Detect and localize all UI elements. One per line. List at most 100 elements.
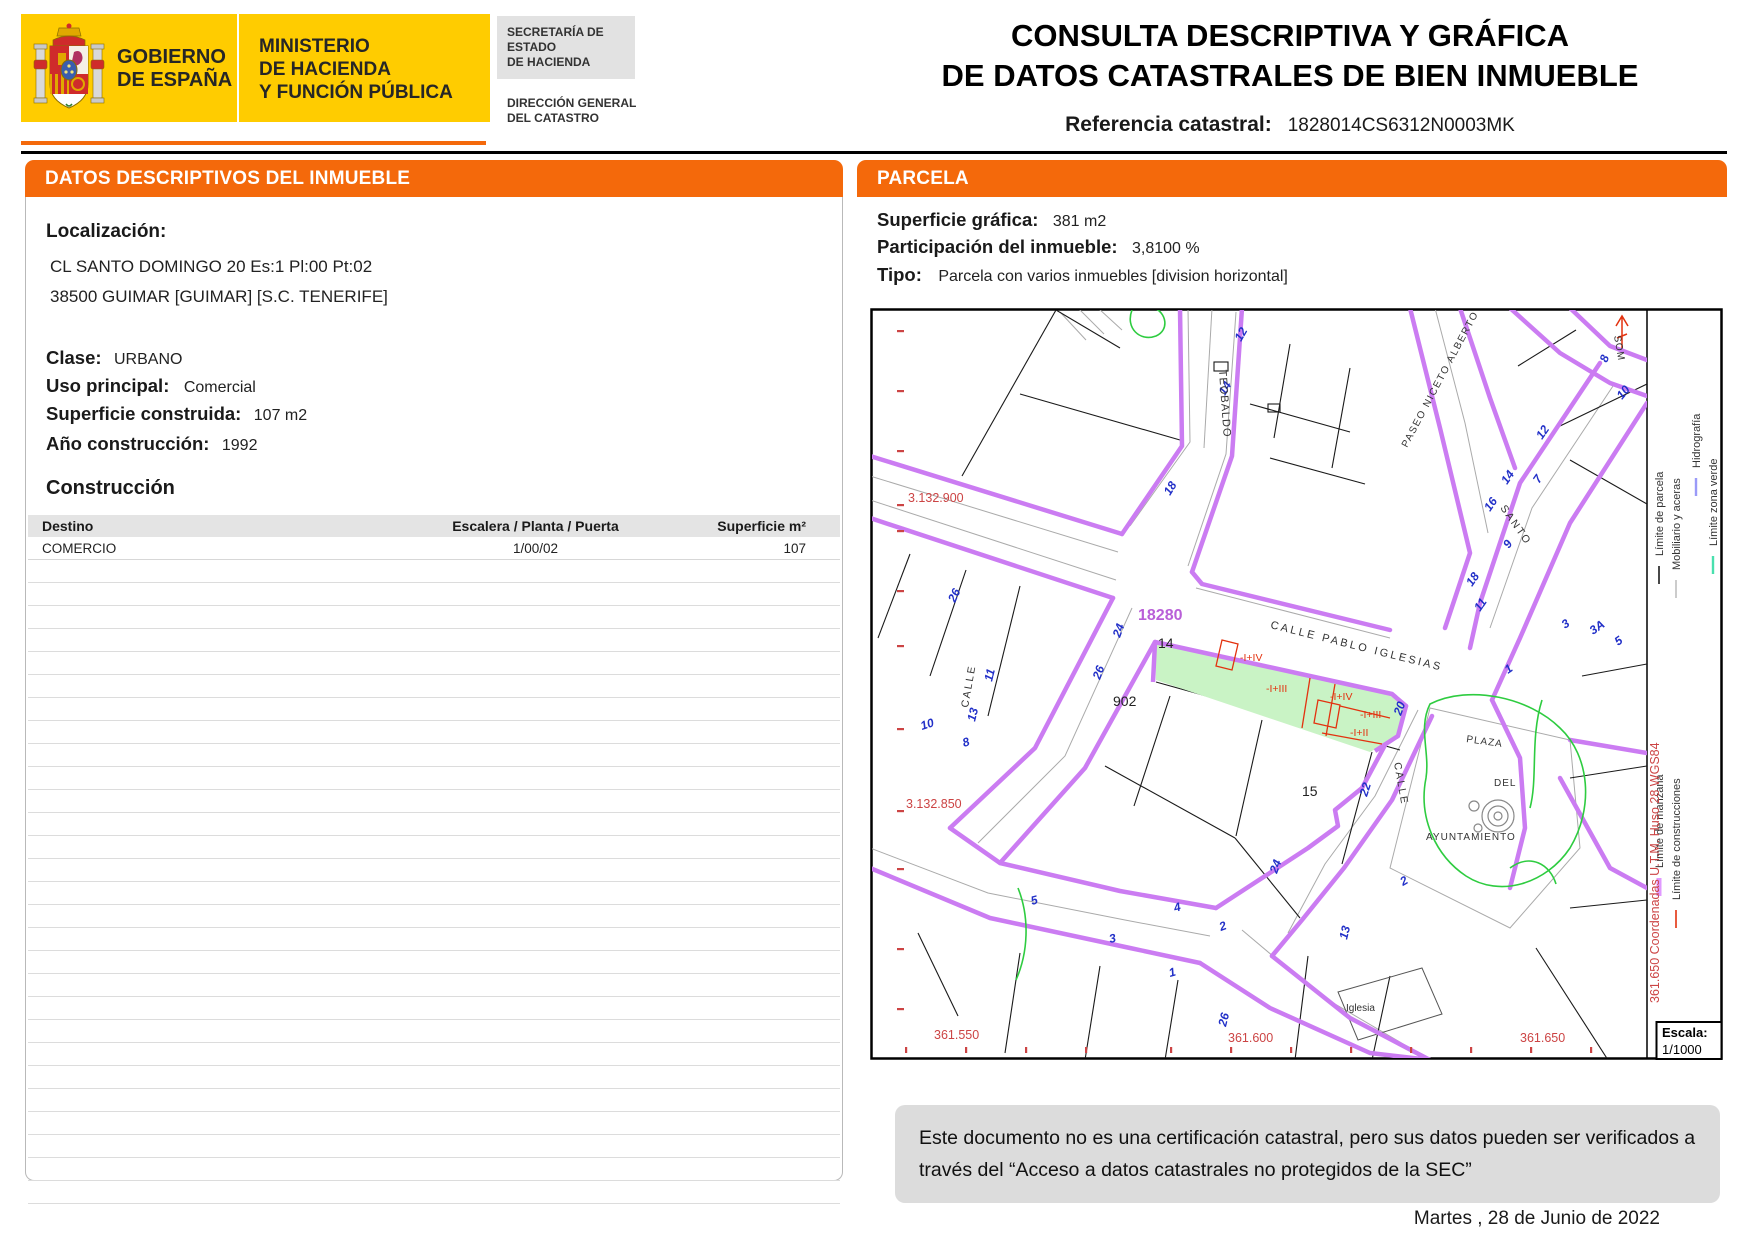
table-empty-row [28, 1180, 840, 1204]
table-empty-row [28, 904, 840, 928]
parcel-number-label: 902 [1113, 693, 1137, 709]
utm-coordinate-label: 361.550 [934, 1028, 979, 1042]
table-empty-row [28, 812, 840, 836]
table-empty-row [28, 858, 840, 882]
field-anio: Año construcción: 1992 [46, 433, 258, 454]
coordinate-tick [1410, 1047, 1413, 1053]
table-empty-row [28, 1134, 840, 1158]
construccion-title: Construcción [46, 477, 175, 499]
construction-height-label: -I+IV [1330, 691, 1352, 703]
table-row: COMERCIO 1/00/02 107 [28, 537, 840, 560]
utm-coordinate-label: 3.132.900 [908, 491, 964, 505]
coordinate-tick [897, 1008, 904, 1011]
parcel-number-label: 15 [1302, 783, 1318, 799]
coordinate-tick [897, 948, 904, 951]
ministerio-label: MINISTERIO DE HACIENDA Y FUNCIÓN PÚBLICA [259, 36, 453, 103]
table-empty-row [28, 743, 840, 767]
logo-gobierno-box: GOBIERNO DE ESPAÑA [21, 14, 237, 122]
construction-height-label: -I+II [1350, 727, 1368, 739]
coordinate-tick [897, 868, 904, 871]
utm-coordinate-label: 3.132.850 [906, 797, 962, 811]
scale-label: Escala: [1662, 1025, 1708, 1040]
table-empty-row [28, 720, 840, 744]
field-tipo: Tipo: Parcela con varios inmuebles [divi… [877, 264, 1288, 285]
table-empty-row [28, 881, 840, 905]
utm-note-label: 361.650 Coordenadas U.T.M. Huso 28 WGS84 [1648, 742, 1662, 1003]
logo-ministerio-box: MINISTERIO DE HACIENDA Y FUNCIÓN PÚBLICA [239, 14, 490, 122]
table-empty-row [28, 1111, 840, 1135]
referencia-row: Referencia catastral: 1828014CS6312N0003… [900, 113, 1680, 137]
table-empty-row [28, 582, 840, 606]
coordinate-tick [1230, 1047, 1233, 1053]
document-title: CONSULTA DESCRIPTIVA Y GRÁFICA DE DATOS … [941, 18, 1639, 93]
legend-item-label: Hidrografía [1691, 413, 1703, 468]
col-escalera: Escalera / Planta / Puerta [409, 515, 662, 537]
coordinate-tick [897, 590, 904, 593]
coordinate-tick [905, 1047, 908, 1053]
legend-item-label: Mobiliario y aceras [1671, 478, 1683, 570]
coordinate-tick [1290, 1047, 1293, 1053]
localizacion-label: Localización: [46, 221, 167, 242]
disclaimer-box: Este documento no es una certificación c… [895, 1105, 1720, 1203]
spain-coat-of-arms-icon [33, 22, 105, 119]
field-superficie: Superficie construida: 107 m2 [46, 403, 308, 424]
construction-height-label: -I+III [1360, 709, 1381, 721]
table-empty-row [28, 697, 840, 721]
coordinate-tick [1530, 1047, 1533, 1053]
table-header-row: Destino Escalera / Planta / Puerta Super… [28, 515, 840, 537]
table-empty-row [28, 766, 840, 790]
coordinate-tick [1085, 1047, 1088, 1053]
header-orange-strip [21, 141, 486, 145]
left-panel-box: Localización: CL SANTO DOMINGO 20 Es:1 P… [25, 197, 843, 1204]
table-empty-row [28, 835, 840, 859]
coordinate-tick [1590, 1047, 1593, 1053]
table-empty-row [28, 950, 840, 974]
utm-coordinate-label: 361.600 [1228, 1031, 1273, 1045]
table-empty-row [28, 973, 840, 997]
field-uso: Uso principal: Comercial [46, 375, 256, 396]
table-empty-row [28, 628, 840, 652]
table-empty-row [28, 996, 840, 1020]
street-name-label: DEL [1494, 778, 1516, 789]
construction-table: Destino Escalera / Planta / Puerta Super… [28, 515, 840, 1204]
street-name-label: AYUNTAMIENTO [1426, 832, 1516, 843]
gobierno-label: GOBIERNO DE ESPAÑA [117, 46, 233, 91]
table-empty-row [28, 1019, 840, 1043]
referencia-value: 1828014CS6312N0003MK [1287, 115, 1515, 136]
coordinate-tick [1170, 1047, 1173, 1053]
table-empty-row [28, 1042, 840, 1066]
left-panel-title: DATOS DESCRIPTIVOS DEL INMUEBLE [25, 160, 843, 197]
table-empty-row [28, 1157, 840, 1181]
table-empty-row [28, 1065, 840, 1089]
legend-item-label: Límite de construcciones [1671, 778, 1683, 900]
legend-item-label: Límite zona verde [1708, 459, 1720, 546]
col-superficie: Superficie m² [661, 515, 840, 537]
table-empty-row [28, 605, 840, 629]
coordinate-tick [897, 810, 904, 813]
right-panel: PARCELA Superficie gráfica: 381 m2 Parti… [857, 160, 1727, 1241]
construction-table-body: COMERCIO 1/00/02 107 [28, 537, 840, 1204]
legend-item-label: Límite de parcela [1654, 471, 1666, 556]
left-panel: DATOS DESCRIPTIVOS DEL INMUEBLE Localiza… [25, 160, 843, 1204]
construction-height-label: -I+III [1266, 683, 1287, 695]
date-label: Martes , 28 de Junio de 2022 [1413, 1208, 1660, 1229]
coordinate-tick [897, 330, 904, 333]
coordinate-tick [897, 530, 904, 533]
table-empty-row [28, 927, 840, 951]
field-participacion: Participación del inmueble: 3,8100 % [877, 236, 1200, 257]
table-empty-row [28, 559, 840, 583]
field-clase: Clase: URBANO [46, 347, 183, 368]
utm-coordinate-label: 361.650 [1520, 1031, 1565, 1045]
table-empty-row [28, 674, 840, 698]
coordinate-tick [965, 1047, 968, 1053]
address-line2: 38500 GUIMAR [GUIMAR] [S.C. TENERIFE] [50, 287, 388, 306]
street-name-label: Iglesia [1346, 1003, 1375, 1014]
table-empty-row [28, 651, 840, 675]
field-superficie-grafica: Superficie gráfica: 381 m2 [877, 209, 1107, 230]
header-divider [21, 151, 1727, 154]
coordinate-tick [897, 728, 904, 731]
scale-value: 1/1000 [1662, 1042, 1702, 1057]
block-number-label: 18280 [1138, 607, 1183, 624]
table-empty-row [28, 1088, 840, 1112]
parcel-number-label: 14 [1158, 635, 1174, 651]
